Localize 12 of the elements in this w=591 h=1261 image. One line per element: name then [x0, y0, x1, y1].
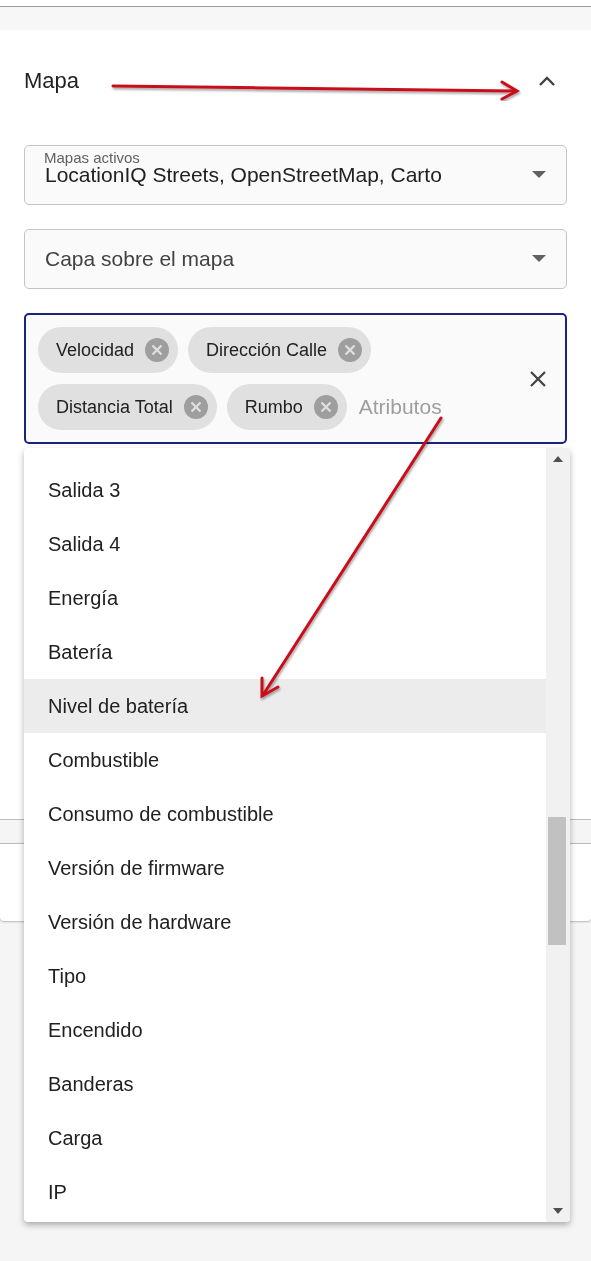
dropdown-caret-icon[interactable]	[532, 255, 546, 263]
dropdown-caret-icon[interactable]	[532, 171, 546, 179]
overlay-layer-select[interactable]: Capa sobre el mapa	[24, 229, 567, 289]
attribute-chip[interactable]: Dirección Calle	[188, 327, 372, 373]
attributes-field[interactable]: Velocidad Dirección Calle Distancia Total Rumbo Atributos	[24, 313, 567, 444]
attribute-chip[interactable]: Velocidad	[38, 327, 179, 373]
scrollbar[interactable]	[546, 448, 570, 1222]
attribute-chip[interactable]: Distancia Total	[38, 384, 217, 430]
attribute-chip[interactable]: Rumbo	[226, 384, 347, 430]
section-title: Mapa	[24, 67, 80, 94]
option-item[interactable]: Nivel de batería	[24, 679, 546, 733]
clear-icon[interactable]	[529, 369, 547, 388]
